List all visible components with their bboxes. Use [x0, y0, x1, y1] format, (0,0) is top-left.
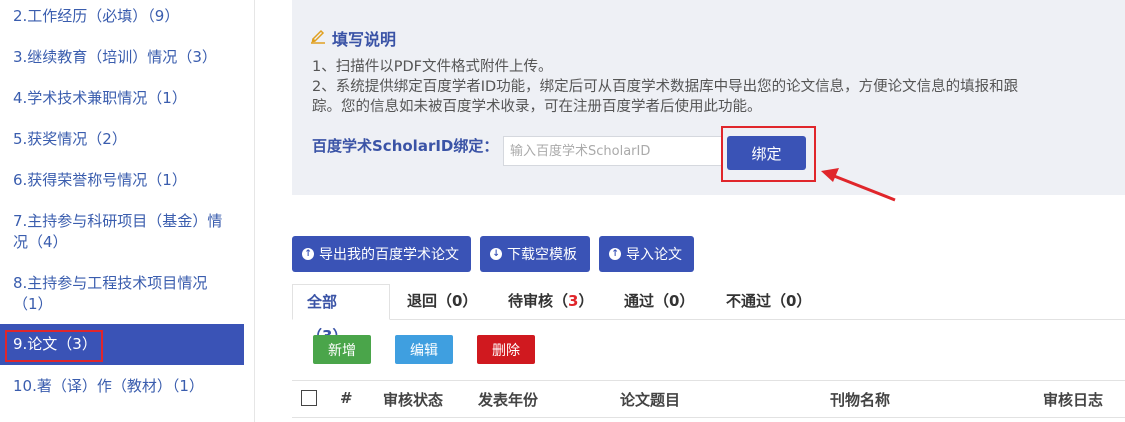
instructions-line-2: 2、系统提供绑定百度学者ID功能，绑定后可从百度学术数据库中导出您的论文信息，方… [312, 79, 1019, 95]
tab-returned[interactable]: 退回（0） [393, 284, 491, 320]
sidebar-item-academic-positions[interactable]: 4.学术技术兼职情况（1） [0, 88, 244, 109]
tab-pending-label: 待审核（ [508, 292, 569, 310]
circle-arrow-icon: ↑ [302, 248, 314, 260]
tab-pending-count: 3 [568, 292, 579, 310]
sidebar-item-books[interactable]: 10.著（译）作（教材）（1） [0, 376, 244, 397]
export-baidu-papers-button[interactable]: ↑ 导出我的百度学术论文 [292, 236, 471, 272]
import-papers-button[interactable]: ↑ 导入论文 [599, 236, 694, 272]
tab-failed[interactable]: 不通过（0） [712, 284, 825, 320]
col-paper-title: 论文题目 [620, 391, 681, 409]
col-review-log: 审核日志 [1043, 391, 1104, 409]
pencil-icon [311, 29, 325, 44]
sidebar-item-work-experience[interactable]: 2.工作经历（必填）（9） [0, 6, 244, 27]
col-journal-name: 刊物名称 [830, 391, 891, 409]
scholar-id-input[interactable] [503, 136, 722, 166]
sidebar-item-continuing-education[interactable]: 3.继续教育（培训）情况（3） [0, 47, 244, 68]
tab-passed[interactable]: 通过（0） [610, 284, 708, 320]
annotation-arrow-icon [821, 168, 896, 202]
add-button[interactable]: 新增 [313, 335, 371, 364]
tab-all[interactable]: 全部（3） [292, 284, 390, 345]
download-icon: ↓ [490, 248, 502, 260]
instructions-line-1: 1、扫描件以PDF文件格式附件上传。 [312, 59, 553, 75]
import-icon: ↑ [609, 248, 621, 260]
col-index: # [340, 389, 353, 407]
edit-button[interactable]: 编辑 [395, 335, 453, 364]
highlight-box-bind [721, 126, 816, 182]
select-all-checkbox[interactable] [301, 390, 317, 406]
download-template-button[interactable]: ↓ 下载空模板 [480, 236, 590, 272]
tab-pending[interactable]: 待审核（3） [494, 284, 607, 320]
sidebar-item-research-projects[interactable]: 7.主持参与科研项目（基金）情况（4） [0, 211, 244, 253]
sidebar-item-honors[interactable]: 6.获得荣誉称号情况（1） [0, 170, 244, 191]
col-review-status: 审核状态 [383, 391, 444, 409]
status-tabs: 全部（3） 退回（0） 待审核（3） 通过（0） 不通过（0） [292, 284, 1125, 345]
papers-table-header: # 审核状态 发表年份 论文题目 刊物名称 审核日志 [292, 380, 1125, 418]
col-publish-year: 发表年份 [478, 391, 539, 409]
sidebar-item-awards[interactable]: 5.获奖情况（2） [0, 129, 244, 150]
import-papers-label: 导入论文 [626, 247, 682, 263]
instructions-title: 填写说明 [332, 30, 397, 49]
instructions-line-3: 踪。您的信息如未被百度学术收录，可在注册百度学者后使用此功能。 [312, 99, 762, 115]
download-template-label: 下载空模板 [507, 247, 577, 263]
sidebar-divider [254, 0, 255, 422]
tab-pending-close: ） [578, 292, 594, 310]
scholar-id-label: 百度学术ScholarID绑定： [312, 137, 499, 155]
export-baidu-papers-label: 导出我的百度学术论文 [319, 247, 459, 263]
delete-button[interactable]: 删除 [477, 335, 535, 364]
highlight-box-papers [5, 330, 103, 362]
sidebar-item-engineering-projects[interactable]: 8.主持参与工程技术项目情况（1） [0, 273, 244, 315]
